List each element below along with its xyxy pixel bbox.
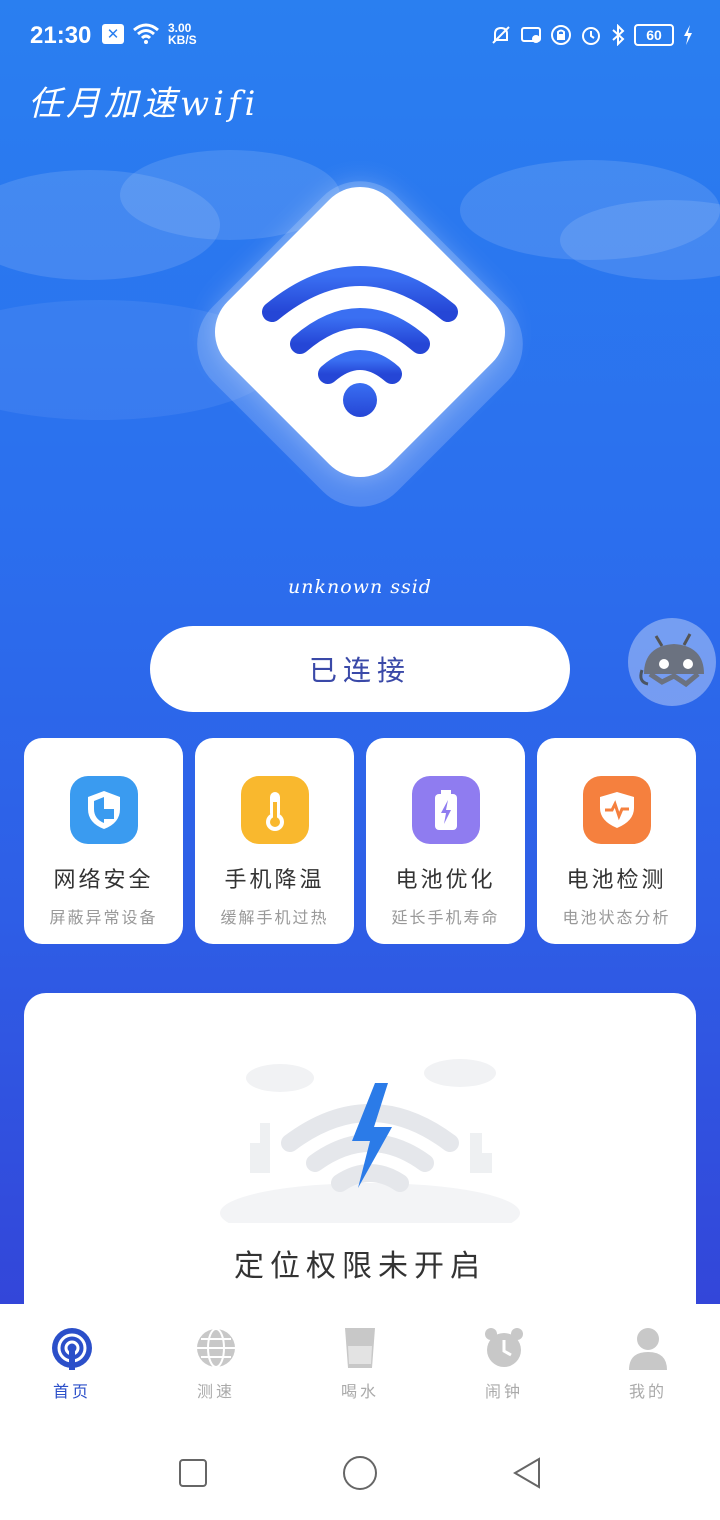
feature-subtitle: 延长手机寿命 bbox=[391, 908, 500, 927]
status-right-icons: 60 bbox=[490, 24, 694, 46]
bell-off-icon bbox=[492, 26, 510, 44]
battery-icon bbox=[411, 776, 480, 844]
ssid-label: unknown ssid bbox=[288, 576, 432, 598]
location-permission-card[interactable]: 定位权限未开启 bbox=[24, 993, 696, 1304]
screen: 21:30 ✕ 3.00 KB/S 60 任月加速wifi unknown ss… bbox=[0, 0, 720, 1520]
feature-subtitle: 缓解手机过热 bbox=[220, 908, 329, 927]
battery-indicator: 60 bbox=[634, 24, 674, 46]
app-title: 任月加速wifi bbox=[28, 84, 260, 124]
system-navigation-bar bbox=[0, 1438, 720, 1508]
water-cup-icon bbox=[338, 1326, 382, 1370]
tab-label: 测速 bbox=[196, 1382, 235, 1401]
back-button[interactable] bbox=[507, 1453, 547, 1493]
hero-background: 21:30 ✕ 3.00 KB/S 60 任月加速wifi unknown ss… bbox=[0, 0, 720, 1304]
heartbeat-shield-icon bbox=[582, 776, 651, 844]
wifi-status-icon bbox=[133, 23, 159, 44]
robot-icon bbox=[639, 633, 704, 688]
status-time: 21:30 bbox=[30, 22, 92, 49]
feature-title: 网络安全 bbox=[53, 868, 154, 893]
tab-bar: 首页 测速 喝水 闹钟 我的 bbox=[0, 1304, 720, 1414]
feature-cards: 网络安全 屏蔽异常设备 手机降温 缓解手机过热 电池优化 延长手机寿命 电池检测… bbox=[24, 738, 696, 944]
circle-icon bbox=[342, 1456, 377, 1490]
tab-label: 我的 bbox=[628, 1382, 667, 1401]
alarm-clock-icon bbox=[482, 1326, 526, 1370]
feature-card-network-security[interactable]: 网络安全 屏蔽异常设备 bbox=[24, 738, 183, 944]
feature-subtitle: 屏蔽异常设备 bbox=[49, 908, 158, 927]
location-permission-message: 定位权限未开启 bbox=[234, 1249, 486, 1284]
feature-title: 电池优化 bbox=[395, 868, 496, 893]
alarm-icon bbox=[582, 27, 600, 45]
network-speed-unit: KB/S bbox=[168, 33, 197, 47]
tab-speed-test[interactable]: 测速 bbox=[144, 1304, 288, 1414]
bottom-area: 首页 测速 喝水 闹钟 我的 bbox=[0, 1304, 720, 1520]
feature-title: 电池检测 bbox=[566, 868, 667, 893]
feature-title: 手机降温 bbox=[224, 868, 325, 893]
tab-profile[interactable]: 我的 bbox=[576, 1304, 720, 1414]
tab-alarm[interactable]: 闹钟 bbox=[432, 1304, 576, 1414]
wifi-bolt-illustration-icon bbox=[220, 1059, 520, 1223]
tab-label: 首页 bbox=[52, 1382, 91, 1401]
bluetooth-icon bbox=[612, 24, 625, 46]
tab-label: 喝水 bbox=[340, 1382, 379, 1401]
connect-button[interactable]: 已连接 bbox=[150, 626, 570, 712]
lock-rotation-icon bbox=[551, 25, 571, 45]
network-speed: 3.00 KB/S bbox=[168, 22, 197, 46]
triangle-back-icon bbox=[512, 1457, 540, 1489]
recent-apps-button[interactable] bbox=[173, 1453, 213, 1493]
square-icon bbox=[179, 1459, 208, 1487]
status-left-icons: ✕ 3.00 KB/S bbox=[102, 22, 197, 46]
home-button[interactable] bbox=[340, 1453, 380, 1493]
notification-x-icon: ✕ bbox=[102, 24, 124, 44]
user-icon bbox=[626, 1326, 670, 1370]
wifi-large-icon bbox=[262, 266, 458, 417]
thermometer-icon bbox=[240, 776, 309, 844]
feature-card-cool-down[interactable]: 手机降温 缓解手机过热 bbox=[195, 738, 354, 944]
shield-icon bbox=[69, 776, 138, 844]
assistant-robot-button[interactable] bbox=[628, 618, 716, 706]
message-icon bbox=[521, 27, 541, 43]
feature-card-battery-optimize[interactable]: 电池优化 延长手机寿命 bbox=[366, 738, 525, 944]
home-wifi-icon bbox=[50, 1326, 94, 1370]
tab-drink-water[interactable]: 喝水 bbox=[288, 1304, 432, 1414]
charging-icon bbox=[684, 25, 692, 45]
feature-card-battery-check[interactable]: 电池检测 电池状态分析 bbox=[537, 738, 696, 944]
status-bar: 21:30 ✕ 3.00 KB/S 60 bbox=[0, 0, 720, 74]
globe-icon bbox=[194, 1326, 238, 1370]
tab-home[interactable]: 首页 bbox=[0, 1304, 144, 1414]
feature-subtitle: 电池状态分析 bbox=[562, 908, 671, 927]
tab-label: 闹钟 bbox=[484, 1382, 523, 1401]
